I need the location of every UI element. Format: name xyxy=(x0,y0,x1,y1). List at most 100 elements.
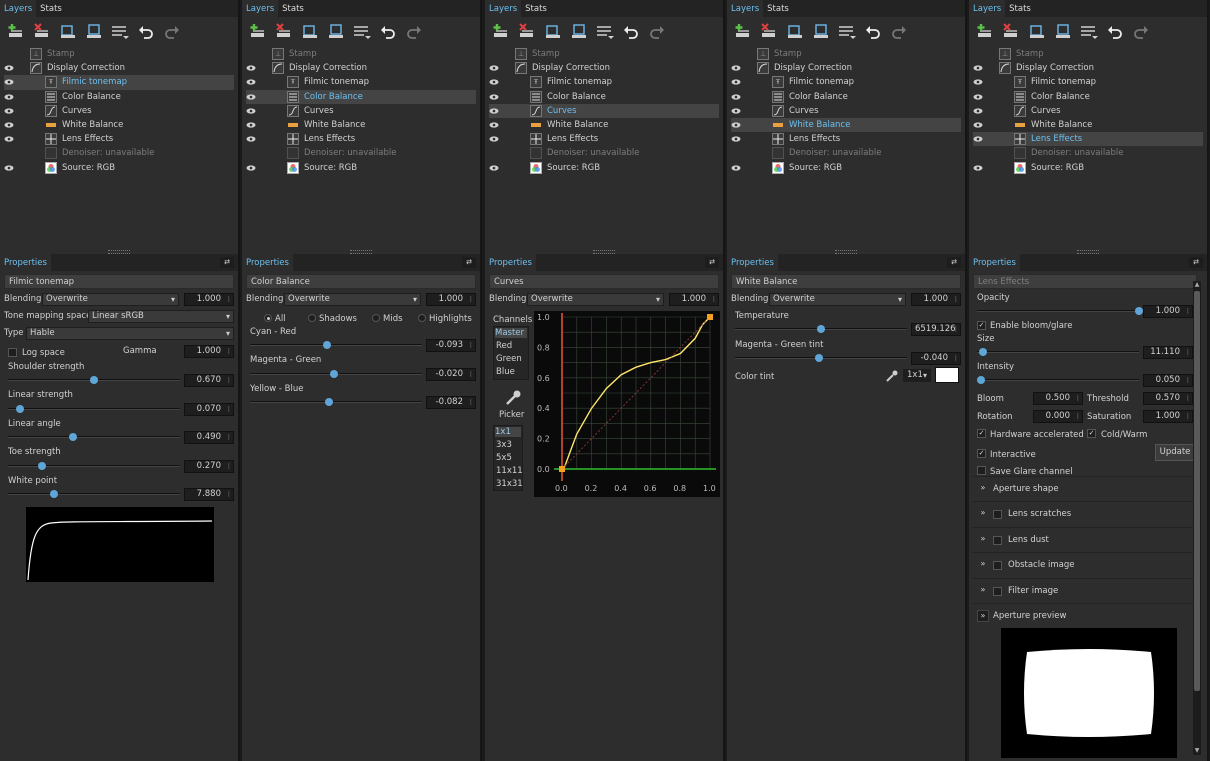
visibility-eye-icon[interactable] xyxy=(489,78,499,86)
picker-size-item[interactable]: 5x5 xyxy=(496,453,512,463)
tab-stats[interactable]: Stats xyxy=(521,0,551,17)
layer-color-balance[interactable]: Color Balance xyxy=(489,90,719,104)
layer-lens-effects[interactable]: Lens Effects xyxy=(973,132,1203,147)
enable-bloom-checkbox[interactable]: ✓ xyxy=(977,321,986,330)
tab-layers[interactable]: Layers xyxy=(969,0,1006,17)
tab-properties[interactable]: Properties xyxy=(242,254,293,271)
intensity-slider[interactable] xyxy=(977,376,1139,384)
layer-color-balance[interactable]: Color Balance xyxy=(4,90,234,104)
panel-splitter[interactable] xyxy=(0,249,238,254)
log-space-checkbox[interactable] xyxy=(8,348,17,357)
undock-icon[interactable]: ⇄ xyxy=(947,257,961,268)
scrollbar-thumb[interactable] xyxy=(1194,291,1200,691)
intensity-spin[interactable]: 0.050 xyxy=(1143,374,1193,387)
visibility-eye-icon[interactable] xyxy=(973,107,983,115)
linear-strength-slider[interactable] xyxy=(8,405,180,413)
threshold-spin[interactable]: 0.570 xyxy=(1143,392,1193,405)
undock-icon[interactable]: ⇄ xyxy=(1189,257,1203,268)
size-slider[interactable] xyxy=(977,348,1139,356)
scroll-up-icon[interactable]: ▲ xyxy=(1193,281,1201,289)
linear-angle-spin[interactable]: 0.490 xyxy=(184,431,234,444)
visibility-eye-icon[interactable] xyxy=(4,107,14,115)
undo-icon[interactable] xyxy=(621,22,641,42)
layer-opacity-spin[interactable]: 1.000 xyxy=(426,293,476,306)
tab-stats[interactable]: Stats xyxy=(1005,0,1035,17)
visibility-eye-icon[interactable] xyxy=(4,64,14,72)
visibility-eye-icon[interactable] xyxy=(731,121,741,129)
layer-filmic-tonemap[interactable]: Ŧ Filmic tonemap xyxy=(973,75,1203,89)
layer-name-field[interactable]: White Balance xyxy=(731,274,961,289)
visibility-eye-icon[interactable] xyxy=(731,93,741,101)
visibility-eye-icon[interactable] xyxy=(489,93,499,101)
eyedropper-icon[interactable] xyxy=(504,389,522,407)
tab-layers[interactable]: Layers xyxy=(242,0,279,17)
saturation-spin[interactable]: 1.000 xyxy=(1143,410,1193,423)
layer-menu-icon[interactable] xyxy=(595,22,615,42)
opacity-slider[interactable] xyxy=(977,307,1143,315)
cyan-red-slider[interactable] xyxy=(250,341,422,349)
visibility-eye-icon[interactable] xyxy=(4,78,14,86)
group-layer-icon[interactable] xyxy=(569,22,589,42)
yellow-blue-spin[interactable]: -0.082 xyxy=(426,396,476,409)
group-layer-icon[interactable] xyxy=(84,22,104,42)
rotation-spin[interactable]: 0.000 xyxy=(1033,410,1083,423)
layer-denoiser[interactable]: Denoiser: unavailable xyxy=(246,146,476,160)
panel-splitter[interactable] xyxy=(242,249,480,254)
layer-curves[interactable]: Curves xyxy=(4,104,234,118)
blending-select[interactable]: Overwrite xyxy=(769,293,906,306)
save-glare-checkbox[interactable] xyxy=(977,466,986,475)
slider-knob[interactable] xyxy=(69,433,78,441)
layer-filmic-tonemap[interactable]: Ŧ Filmic tonemap xyxy=(4,75,234,90)
layer-menu-icon[interactable] xyxy=(352,22,372,42)
channel-item[interactable]: Master xyxy=(495,328,527,338)
slider-knob[interactable] xyxy=(1135,307,1143,315)
delete-layer-icon[interactable] xyxy=(32,22,52,42)
layer-filmic-tonemap[interactable]: Ŧ Filmic tonemap xyxy=(246,75,476,89)
tone-mapping-select[interactable]: Linear sRGB xyxy=(88,310,234,323)
toe-strength-spin[interactable]: 0.270 xyxy=(184,460,234,473)
channel-item[interactable]: Red xyxy=(496,341,512,351)
white-point-spin[interactable]: 7.880 xyxy=(184,488,234,501)
visibility-eye-icon[interactable] xyxy=(489,64,499,72)
layer-name-field[interactable]: Filmic tonemap xyxy=(4,274,234,289)
group-layer-icon[interactable] xyxy=(326,22,346,42)
layer-source[interactable]: Source: RGB xyxy=(489,161,719,175)
visibility-eye-icon[interactable] xyxy=(246,164,256,172)
picker-size-item[interactable]: 1x1 xyxy=(495,427,521,437)
blending-select[interactable]: Overwrite xyxy=(527,293,664,306)
slider-knob[interactable] xyxy=(979,348,987,356)
layer-white-balance[interactable]: White Balance xyxy=(731,117,961,133)
magenta-green-spin[interactable]: -0.020 xyxy=(426,368,476,381)
visibility-eye-icon[interactable] xyxy=(973,78,983,86)
visibility-eye-icon[interactable] xyxy=(489,135,499,143)
channel-item[interactable]: Blue xyxy=(496,367,515,377)
duplicate-layer-icon[interactable] xyxy=(58,22,78,42)
redo-icon[interactable] xyxy=(404,22,424,42)
layer-stamp[interactable]: ⊥ Stamp xyxy=(246,47,476,61)
cold-warm-checkbox[interactable]: ✓ xyxy=(1087,429,1096,438)
slider-knob[interactable] xyxy=(325,398,334,406)
layer-denoiser[interactable]: Denoiser: unavailable xyxy=(4,146,234,160)
undock-icon[interactable]: ⇄ xyxy=(220,257,234,268)
layer-filmic-tonemap[interactable]: Ŧ Filmic tonemap xyxy=(731,75,961,89)
chevron-down-icon[interactable]: » xyxy=(977,585,989,597)
layer-color-balance[interactable]: Color Balance xyxy=(246,89,476,104)
range-highlights-radio[interactable] xyxy=(418,314,426,322)
redo-icon[interactable] xyxy=(647,22,667,42)
add-layer-icon[interactable] xyxy=(733,22,753,42)
add-layer-icon[interactable] xyxy=(248,22,268,42)
redo-icon[interactable] xyxy=(1131,22,1151,42)
opacity-spin[interactable]: 1.000 xyxy=(1143,305,1193,318)
lens-dust-checkbox[interactable] xyxy=(993,535,1002,545)
slider-knob[interactable] xyxy=(330,370,339,378)
filter-image-checkbox[interactable] xyxy=(993,586,1002,596)
tab-stats[interactable]: Stats xyxy=(36,0,66,17)
layer-menu-icon[interactable] xyxy=(110,22,130,42)
size-spin[interactable]: 11.110 xyxy=(1143,346,1193,359)
layer-color-balance[interactable]: Color Balance xyxy=(731,90,961,104)
layer-white-balance[interactable]: White Balance xyxy=(246,118,476,132)
chevron-down-icon[interactable]: » xyxy=(977,610,989,622)
layer-curves[interactable]: Curves xyxy=(973,104,1203,118)
visibility-eye-icon[interactable] xyxy=(489,121,499,129)
cyan-red-spin[interactable]: -0.093 xyxy=(426,339,476,352)
